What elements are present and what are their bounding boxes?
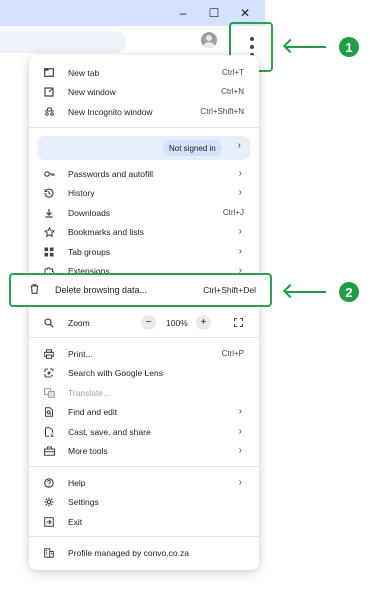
menu-item-label: Cast, save, and share bbox=[68, 426, 151, 437]
help-icon bbox=[43, 477, 55, 489]
menu-item-label: Zoom bbox=[68, 317, 90, 328]
menu-item-label: Delete browsing data... bbox=[55, 285, 148, 295]
toolbox-icon bbox=[43, 445, 55, 457]
menu-divider bbox=[29, 127, 259, 128]
menu-divider bbox=[29, 466, 259, 467]
close-button[interactable]: ✕ bbox=[234, 3, 256, 23]
menu-item-more-tools[interactable]: More tools › bbox=[29, 441, 259, 460]
menu-item-label: New Incognito window bbox=[68, 106, 153, 117]
annotation-arrow-1 bbox=[286, 46, 326, 48]
exit-icon bbox=[43, 516, 55, 528]
menu-item-label: Bookmarks and lists bbox=[68, 226, 145, 237]
menu-item-managed-profile[interactable]: Profile managed by convo.co.za bbox=[29, 543, 259, 562]
menu-item-google-lens[interactable]: Search with Google Lens bbox=[29, 363, 259, 382]
menu-divider bbox=[29, 337, 259, 338]
menu-item-bookmarks[interactable]: Bookmarks and lists › bbox=[29, 222, 259, 241]
history-icon bbox=[43, 187, 55, 199]
menu-item-settings[interactable]: Settings bbox=[29, 492, 259, 511]
title-bar bbox=[0, 0, 265, 26]
menu-item-shortcut: Ctrl+J bbox=[222, 208, 244, 217]
menu-item-shortcut: Ctrl+N bbox=[221, 87, 244, 96]
menu-item-new-tab[interactable]: New tab Ctrl+T bbox=[29, 63, 259, 82]
three-dots-icon bbox=[250, 37, 254, 57]
menu-item-label: Exit bbox=[68, 516, 83, 527]
menu-item-label: Tab groups bbox=[68, 246, 111, 257]
menu-item-shortcut: Ctrl+Shift+Del bbox=[203, 285, 256, 295]
chevron-right-icon: › bbox=[238, 426, 242, 437]
chevron-right-icon: › bbox=[238, 246, 242, 257]
menu-item-print[interactable]: Print... Ctrl+P bbox=[29, 344, 259, 363]
menu-item-new-window[interactable]: New window Ctrl+N bbox=[29, 82, 259, 101]
fullscreen-button[interactable] bbox=[230, 315, 247, 330]
find-document-icon bbox=[43, 406, 55, 418]
printer-icon bbox=[43, 348, 55, 360]
menu-item-tab-groups[interactable]: Tab groups › bbox=[29, 242, 259, 261]
new-tab-icon bbox=[43, 67, 55, 79]
menu-item-shortcut: Ctrl+P bbox=[221, 349, 244, 358]
chevron-right-icon: › bbox=[238, 406, 242, 417]
annotation-badge-2: 2 bbox=[339, 282, 359, 302]
zoom-level: 100% bbox=[166, 317, 188, 328]
address-bar[interactable] bbox=[0, 31, 126, 53]
chevron-right-icon: › bbox=[238, 445, 242, 456]
menu-item-label: Help bbox=[68, 477, 86, 488]
annotation-arrow-2 bbox=[286, 291, 326, 293]
menu-item-label: Print... bbox=[68, 348, 93, 359]
menu-item-label: History bbox=[68, 187, 95, 198]
menu-item-cast-save-share[interactable]: Cast, save, and share › bbox=[29, 422, 259, 441]
star-icon bbox=[43, 226, 55, 238]
menu-item-label: Find and edit bbox=[68, 406, 118, 417]
menu-item-shortcut: Ctrl+Shift+N bbox=[200, 107, 244, 116]
chevron-right-icon: › bbox=[238, 226, 242, 237]
menu-divider bbox=[29, 536, 259, 537]
menu-item-label: New tab bbox=[68, 67, 100, 78]
zoom-in-button[interactable]: + bbox=[196, 315, 211, 330]
annotation-badge-1: 1 bbox=[339, 37, 359, 57]
sign-in-row[interactable]: Not signed in › bbox=[37, 136, 250, 160]
menu-item-find-edit[interactable]: Find and edit › bbox=[29, 402, 259, 421]
chrome-menu: New tab Ctrl+T New window Ctrl+N New Inc… bbox=[29, 55, 259, 570]
minimize-button[interactable]: – bbox=[172, 3, 194, 23]
menu-item-label: More tools bbox=[68, 445, 108, 456]
menu-item-translate: Translate... bbox=[29, 383, 259, 402]
zoom-icon bbox=[43, 317, 55, 329]
menu-item-help[interactable]: Help › bbox=[29, 473, 259, 492]
chevron-right-icon: › bbox=[238, 168, 242, 179]
menu-item-label: Settings bbox=[68, 496, 99, 507]
chevron-right-icon: › bbox=[237, 140, 241, 151]
building-icon bbox=[43, 547, 55, 559]
document-share-icon bbox=[43, 426, 55, 438]
menu-item-delete-browsing-data[interactable]: Delete browsing data... Ctrl+Shift+Del bbox=[9, 273, 272, 307]
menu-item-downloads[interactable]: Downloads Ctrl+J bbox=[29, 203, 259, 222]
chevron-right-icon: › bbox=[238, 187, 242, 198]
translate-icon bbox=[43, 387, 55, 399]
tab-groups-icon bbox=[43, 246, 55, 258]
menu-item-exit[interactable]: Exit bbox=[29, 512, 259, 531]
google-lens-icon bbox=[43, 367, 55, 379]
menu-item-label: Profile managed by convo.co.za bbox=[68, 547, 189, 558]
menu-item-new-incognito[interactable]: New Incognito window Ctrl+Shift+N bbox=[29, 102, 259, 121]
menu-item-label: New window bbox=[68, 86, 116, 97]
download-icon bbox=[43, 207, 55, 219]
zoom-out-button[interactable]: − bbox=[141, 315, 156, 330]
menu-item-label: Downloads bbox=[68, 207, 111, 218]
menu-item-label: Translate... bbox=[68, 387, 111, 398]
chevron-right-icon: › bbox=[238, 477, 242, 488]
new-window-icon bbox=[43, 86, 55, 98]
trash-icon bbox=[30, 283, 39, 297]
fullscreen-icon bbox=[234, 318, 243, 327]
not-signed-in-badge[interactable]: Not signed in bbox=[163, 140, 222, 156]
gear-icon bbox=[43, 496, 55, 508]
menu-item-shortcut: Ctrl+T bbox=[222, 68, 244, 77]
menu-item-zoom: Zoom − 100% + bbox=[29, 313, 259, 332]
menu-item-history[interactable]: History › bbox=[29, 183, 259, 202]
key-icon bbox=[43, 168, 55, 180]
menu-item-passwords[interactable]: Passwords and autofill › bbox=[29, 164, 259, 183]
profile-avatar-icon[interactable] bbox=[201, 32, 217, 48]
maximize-button[interactable]: ☐ bbox=[203, 3, 225, 23]
menu-item-label: Search with Google Lens bbox=[68, 367, 163, 378]
menu-item-label: Passwords and autofill bbox=[68, 168, 154, 179]
incognito-icon bbox=[43, 106, 55, 118]
